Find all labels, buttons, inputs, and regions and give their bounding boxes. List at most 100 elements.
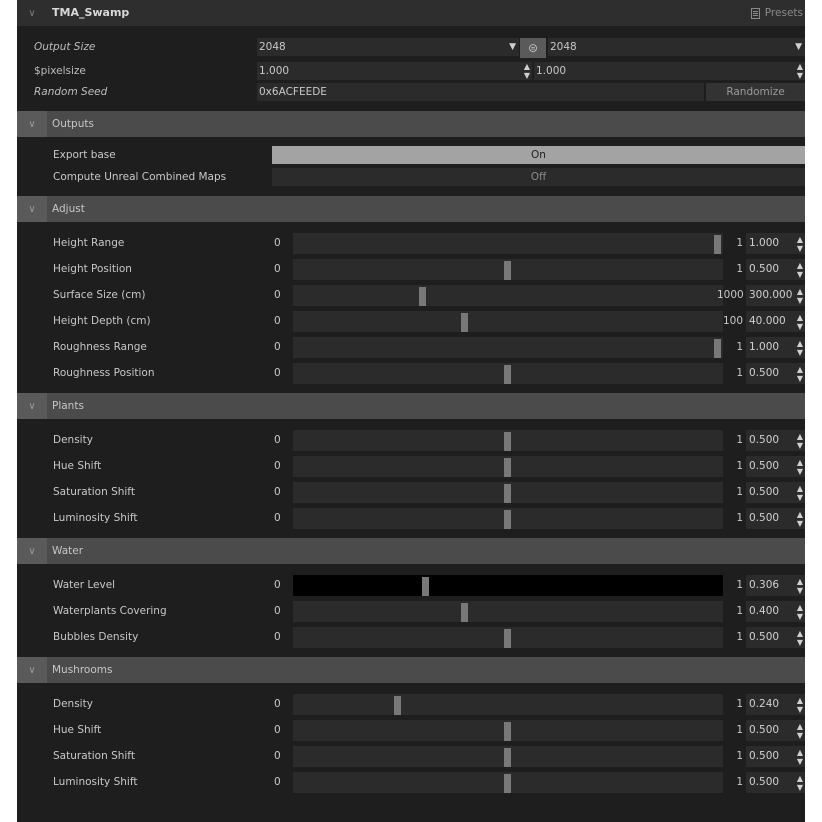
dropdown-arrow-icon: ▼ — [795, 42, 802, 52]
spinner-arrows-icon[interactable]: ▲ ▼ — [797, 337, 803, 358]
slider-value-field[interactable]: 0.500 ▲ ▼ — [746, 627, 805, 648]
spinner-arrows-icon[interactable]: ▲ ▼ — [797, 627, 803, 648]
slider-handle[interactable] — [504, 629, 511, 648]
spinner-arrows-icon[interactable]: ▲ ▼ — [797, 601, 803, 622]
slider-track[interactable] — [293, 337, 723, 358]
spinner-arrows-icon[interactable]: ▲ ▼ — [797, 772, 803, 793]
slider-handle[interactable] — [422, 577, 429, 596]
slider-track[interactable] — [293, 259, 723, 280]
spinner-arrows-icon[interactable]: ▲ ▼ — [797, 363, 803, 384]
section-mushrooms[interactable]: ∨ Mushrooms — [17, 657, 805, 683]
slider-value: 0.500 — [749, 486, 780, 498]
slider-track[interactable] — [293, 720, 723, 741]
slider-value-field[interactable]: 0.240 ▲ ▼ — [746, 694, 805, 715]
spinner-arrows-icon[interactable]: ▲ ▼ — [797, 233, 803, 254]
spinner-arrows-icon[interactable]: ▲ ▼ — [797, 575, 803, 596]
slider-handle[interactable] — [419, 287, 426, 306]
slider-value-field[interactable]: 0.500 ▲ ▼ — [746, 508, 805, 529]
slider-handle[interactable] — [504, 774, 511, 793]
slider-max: 1 — [736, 263, 743, 275]
slider-row: Saturation Shift 0 1 0.500 ▲ ▼ — [17, 745, 805, 767]
spinner-arrows-icon[interactable]: ▲ ▼ — [797, 311, 803, 332]
spinner-arrows-icon[interactable]: ▲ ▼ — [797, 430, 803, 451]
slider-handle[interactable] — [504, 432, 511, 451]
spinner-arrows-icon[interactable]: ▲ ▼ — [797, 259, 803, 280]
slider-track[interactable] — [293, 601, 723, 622]
slider-value-field[interactable]: 0.500 ▲ ▼ — [746, 746, 805, 767]
slider-handle[interactable] — [504, 510, 511, 529]
slider-track[interactable] — [293, 575, 723, 596]
slider-handle[interactable] — [504, 261, 511, 280]
slider-handle[interactable] — [504, 722, 511, 741]
slider-value: 0.500 — [749, 750, 780, 762]
slider-row: Hue Shift 0 1 0.500 ▲ ▼ — [17, 719, 805, 741]
link-icon[interactable]: ⊜ — [520, 38, 546, 58]
spinner-arrows-icon[interactable]: ▲ ▼ — [797, 508, 803, 529]
slider-value-field[interactable]: 0.500 ▲ ▼ — [746, 482, 805, 503]
chevron-down-icon[interactable]: ∨ — [17, 196, 47, 222]
slider-handle[interactable] — [461, 603, 468, 622]
compute-unreal-toggle[interactable]: Off — [272, 168, 805, 186]
spinner-arrows-icon[interactable]: ▲ ▼ — [524, 62, 530, 80]
slider-value-field[interactable]: 0.500 ▲ ▼ — [746, 720, 805, 741]
slider-track[interactable] — [293, 694, 723, 715]
section-water[interactable]: ∨ Water — [17, 538, 805, 564]
slider-track[interactable] — [293, 456, 723, 477]
export-base-toggle[interactable]: On — [272, 146, 805, 164]
slider-value-field[interactable]: 0.500 ▲ ▼ — [746, 259, 805, 280]
slider-value-field[interactable]: 0.400 ▲ ▼ — [746, 601, 805, 622]
slider-label: Hue Shift — [53, 724, 102, 736]
spinner-arrows-icon[interactable]: ▲ ▼ — [797, 285, 803, 306]
slider-track[interactable] — [293, 430, 723, 451]
slider-handle[interactable] — [504, 365, 511, 384]
pixelsize-y-field[interactable]: 1.000 ▲ ▼ — [534, 62, 805, 80]
pixelsize-x-field[interactable]: 1.000 ▲ ▼ — [257, 62, 532, 80]
spinner-arrows-icon[interactable]: ▲ ▼ — [797, 62, 803, 80]
section-outputs[interactable]: ∨ Outputs — [17, 111, 805, 137]
slider-value-field[interactable]: 40.000 ▲ ▼ — [746, 311, 805, 332]
section-plants[interactable]: ∨ Plants — [17, 393, 805, 419]
collapse-chevron-icon[interactable]: ∨ — [17, 0, 47, 26]
spinner-arrows-icon[interactable]: ▲ ▼ — [797, 482, 803, 503]
slider-handle[interactable] — [504, 748, 511, 767]
slider-track[interactable] — [293, 285, 723, 306]
random-seed-field[interactable]: 0x6ACFEEDE — [257, 83, 704, 101]
chevron-down-icon[interactable]: ∨ — [17, 393, 47, 419]
slider-value-field[interactable]: 0.500 ▲ ▼ — [746, 456, 805, 477]
slider-value-field[interactable]: 1.000 ▲ ▼ — [746, 233, 805, 254]
slider-track[interactable] — [293, 311, 723, 332]
slider-value-field[interactable]: 0.500 ▲ ▼ — [746, 772, 805, 793]
slider-handle[interactable] — [504, 484, 511, 503]
slider-value-field[interactable]: 300.000 ▲ ▼ — [746, 285, 805, 306]
spinner-arrows-icon[interactable]: ▲ ▼ — [797, 456, 803, 477]
chevron-down-icon[interactable]: ∨ — [17, 111, 47, 137]
slider-value-field[interactable]: 0.500 ▲ ▼ — [746, 430, 805, 451]
slider-track[interactable] — [293, 363, 723, 384]
slider-track[interactable] — [293, 746, 723, 767]
output-height-dropdown[interactable]: 2048 ▼ — [548, 38, 805, 56]
slider-handle[interactable] — [461, 313, 468, 332]
slider-value-field[interactable]: 0.306 ▲ ▼ — [746, 575, 805, 596]
random-seed-value: 0x6ACFEEDE — [259, 86, 327, 98]
presets-button[interactable]: Presets — [750, 0, 803, 26]
chevron-down-icon[interactable]: ∨ — [17, 657, 47, 683]
output-width-dropdown[interactable]: 2048 ▼ — [257, 38, 519, 56]
spinner-arrows-icon[interactable]: ▲ ▼ — [797, 746, 803, 767]
slider-track[interactable] — [293, 233, 723, 254]
randomize-button[interactable]: Randomize — [706, 83, 805, 101]
slider-handle[interactable] — [504, 458, 511, 477]
slider-track[interactable] — [293, 772, 723, 793]
slider-track[interactable] — [293, 508, 723, 529]
chevron-down-icon[interactable]: ∨ — [17, 538, 47, 564]
slider-min: 0 — [274, 237, 281, 249]
slider-track[interactable] — [293, 627, 723, 648]
section-adjust[interactable]: ∨ Adjust — [17, 196, 805, 222]
spinner-arrows-icon[interactable]: ▲ ▼ — [797, 694, 803, 715]
slider-track[interactable] — [293, 482, 723, 503]
slider-min: 0 — [274, 486, 281, 498]
spinner-arrows-icon[interactable]: ▲ ▼ — [797, 720, 803, 741]
slider-row: Density 0 1 0.240 ▲ ▼ — [17, 693, 805, 715]
slider-handle[interactable] — [394, 696, 401, 715]
slider-value-field[interactable]: 0.500 ▲ ▼ — [746, 363, 805, 384]
slider-value-field[interactable]: 1.000 ▲ ▼ — [746, 337, 805, 358]
